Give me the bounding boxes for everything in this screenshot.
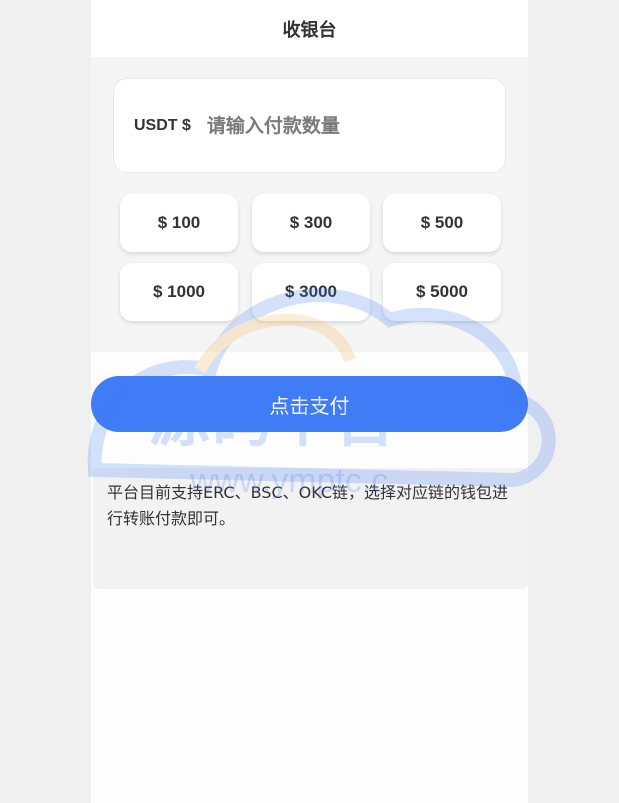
pay-button[interactable]: 点击支付: [91, 376, 528, 432]
preset-amount-label: $ 300: [289, 213, 333, 232]
preset-amount-button[interactable]: $ 500: [383, 194, 501, 252]
pay-button-label: 点击支付: [269, 393, 350, 418]
preset-amount-label: $ 1000: [153, 282, 205, 301]
page-header: 收银台: [91, 0, 528, 57]
preset-amount-button[interactable]: $ 1000: [120, 263, 238, 321]
checkout-page: 收银台 USDT $ $ 100 $ 300 $ 500 $ 1000 $ 30…: [91, 0, 528, 803]
preset-amount-button[interactable]: $ 300: [252, 194, 370, 252]
page-title: 收银台: [282, 19, 337, 41]
preset-amount-label: $ 3000: [285, 282, 337, 301]
currency-label: USDT $: [134, 116, 191, 134]
preset-amount-label: $ 500: [420, 213, 464, 232]
preset-amount-button[interactable]: $ 100: [120, 194, 238, 252]
amount-card: USDT $: [113, 78, 506, 173]
amount-input[interactable]: [204, 113, 449, 138]
preset-amount-button[interactable]: $ 5000: [383, 263, 501, 321]
notice-text: 平台目前支持ERC、BSC、OKC链，选择对应链的钱包进行转账付款即可。: [107, 483, 509, 528]
payment-notice: 平台目前支持ERC、BSC、OKC链，选择对应链的钱包进行转账付款即可。: [93, 468, 528, 589]
preset-amount-label: $ 100: [157, 213, 201, 232]
preset-amount-label: $ 5000: [416, 282, 468, 301]
amount-section: USDT $ $ 100 $ 300 $ 500 $ 1000 $ 3000 $…: [91, 57, 528, 352]
preset-amount-button[interactable]: $ 3000: [252, 263, 370, 321]
